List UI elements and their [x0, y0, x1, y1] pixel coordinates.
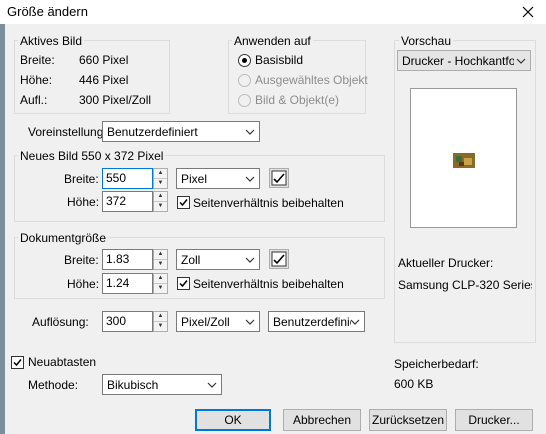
preview-mode-dropdown[interactable]: Drucker - Hochkantform — [397, 50, 531, 71]
current-width-label: Breite: — [20, 53, 55, 67]
apply-image-and-objects-radio[interactable] — [238, 94, 251, 107]
chevron-down-icon — [245, 176, 255, 182]
close-icon — [522, 6, 534, 18]
printer-button[interactable]: Drucker... — [455, 409, 533, 431]
resolution-input[interactable]: 300 — [102, 311, 153, 332]
document-size-group-label: Dokumentgröße — [18, 231, 109, 245]
checkmark-icon — [271, 251, 287, 267]
new-size-apply-button[interactable] — [269, 168, 289, 188]
resample-checkbox[interactable] — [11, 356, 24, 369]
spin-down-icon[interactable]: ▼ — [154, 202, 167, 212]
background-window-edge — [0, 24, 5, 434]
new-height-input[interactable]: 372 — [102, 191, 153, 212]
resolution-label: Auflösung: — [32, 315, 89, 329]
preset-dropdown[interactable]: Benutzerdefiniert — [102, 121, 260, 142]
doc-unit-dropdown[interactable]: Zoll — [176, 249, 260, 270]
new-height-label: Höhe: — [67, 195, 100, 209]
preview-thumbnail-image — [453, 153, 475, 168]
chevron-down-icon — [245, 319, 255, 325]
new-width-spinner[interactable]: ▲ ▼ — [153, 168, 168, 189]
doc-width-label: Breite: — [64, 253, 99, 267]
checkmark-icon — [271, 170, 287, 186]
doc-height-input[interactable]: 1.24 — [102, 273, 153, 294]
chevron-down-icon — [245, 257, 255, 263]
current-resolution-value: 300 Pixel/Zoll — [79, 93, 152, 107]
reset-button[interactable]: Zurücksetzen — [369, 409, 447, 431]
new-height-spinner[interactable]: ▲ ▼ — [153, 191, 168, 212]
spin-down-icon[interactable]: ▼ — [154, 284, 167, 294]
new-unit-value: Pixel — [181, 172, 208, 186]
spin-down-icon[interactable]: ▼ — [154, 260, 167, 270]
doc-unit-value: Zoll — [181, 253, 201, 267]
chevron-down-icon — [207, 382, 217, 388]
memory-label: Speicherbedarf: — [394, 357, 479, 371]
apply-selected-object-radio[interactable] — [238, 74, 251, 87]
method-value: Bikubisch — [107, 378, 159, 392]
preview-mode-value: Drucker - Hochkantform — [402, 54, 514, 68]
current-height-value: 446 Pixel — [79, 73, 129, 87]
spin-up-icon[interactable]: ▲ — [154, 192, 167, 202]
spin-down-icon[interactable]: ▼ — [154, 322, 167, 332]
memory-value: 600 KB — [394, 377, 434, 391]
current-image-group-label: Aktives Bild — [18, 34, 85, 48]
doc-width-spinner[interactable]: ▲ ▼ — [153, 249, 168, 270]
spin-up-icon[interactable]: ▲ — [154, 312, 167, 322]
method-label: Methode: — [28, 378, 79, 392]
preset-dropdown-value: Benutzerdefiniert — [107, 125, 198, 139]
current-printer-name: Samsung CLP-320 Series (U — [398, 278, 532, 292]
preset-label: Voreinstellung: — [28, 125, 107, 139]
new-width-label: Breite: — [64, 172, 99, 186]
current-height-label: Höhe: — [20, 73, 53, 87]
apply-selected-object-label[interactable]: Ausgewähltes Objekt — [255, 73, 368, 87]
print-preview-page — [410, 88, 517, 228]
checkmark-icon — [179, 199, 188, 207]
spin-up-icon[interactable]: ▲ — [154, 274, 167, 284]
current-width-value: 660 Pixel — [79, 53, 129, 67]
apply-image-and-objects-label[interactable]: Bild & Objekt(e) — [255, 93, 339, 107]
new-image-group-label: Neues Bild 550 x 372 Pixel — [18, 149, 166, 163]
resolution-unit-value: Pixel/Zoll — [181, 315, 230, 329]
apply-basisbild-label[interactable]: Basisbild — [255, 53, 303, 67]
preview-group-label: Vorschau — [399, 34, 454, 48]
resample-label[interactable]: Neuabtasten — [28, 355, 96, 369]
checkmark-icon — [13, 359, 22, 367]
doc-width-input[interactable]: 1.83 — [102, 249, 153, 270]
spin-down-icon[interactable]: ▼ — [154, 179, 167, 189]
doc-size-apply-button[interactable] — [269, 249, 289, 269]
new-width-input[interactable]: 550 — [102, 168, 153, 189]
ok-button[interactable]: OK — [195, 409, 271, 431]
spin-up-icon[interactable]: ▲ — [154, 169, 167, 179]
window-title: Größe ändern — [7, 4, 88, 19]
new-keep-ratio-checkbox[interactable] — [177, 196, 190, 209]
checkmark-icon — [179, 280, 188, 288]
cancel-button[interactable]: Abbrechen — [283, 409, 361, 431]
new-keep-ratio-label[interactable]: Seitenverhältnis beibehalten — [193, 196, 344, 210]
chevron-down-icon — [350, 319, 360, 325]
resolution-spinner[interactable]: ▲ ▼ — [153, 311, 168, 332]
doc-keep-ratio-checkbox[interactable] — [177, 277, 190, 290]
current-printer-label: Aktueller Drucker: — [398, 256, 494, 270]
resolution-unit-dropdown[interactable]: Pixel/Zoll — [176, 311, 260, 332]
current-resolution-label: Aufl.: — [20, 93, 48, 107]
resolution-preset-dropdown[interactable]: Benutzerdefinier — [268, 311, 365, 332]
new-unit-dropdown[interactable]: Pixel — [176, 168, 260, 189]
chevron-down-icon — [245, 129, 255, 135]
apply-basisbild-radio[interactable] — [238, 54, 251, 67]
apply-to-group-label: Anwenden auf — [232, 34, 313, 48]
title-bar: Größe ändern — [0, 0, 546, 24]
method-dropdown[interactable]: Bikubisch — [102, 374, 222, 395]
close-button[interactable] — [510, 0, 546, 24]
doc-height-label: Höhe: — [67, 277, 100, 291]
doc-height-spinner[interactable]: ▲ ▼ — [153, 273, 168, 294]
doc-keep-ratio-label[interactable]: Seitenverhältnis beibehalten — [193, 277, 344, 291]
spin-up-icon[interactable]: ▲ — [154, 250, 167, 260]
chevron-down-icon — [516, 58, 526, 64]
resolution-preset-value: Benutzerdefinier — [273, 315, 351, 329]
